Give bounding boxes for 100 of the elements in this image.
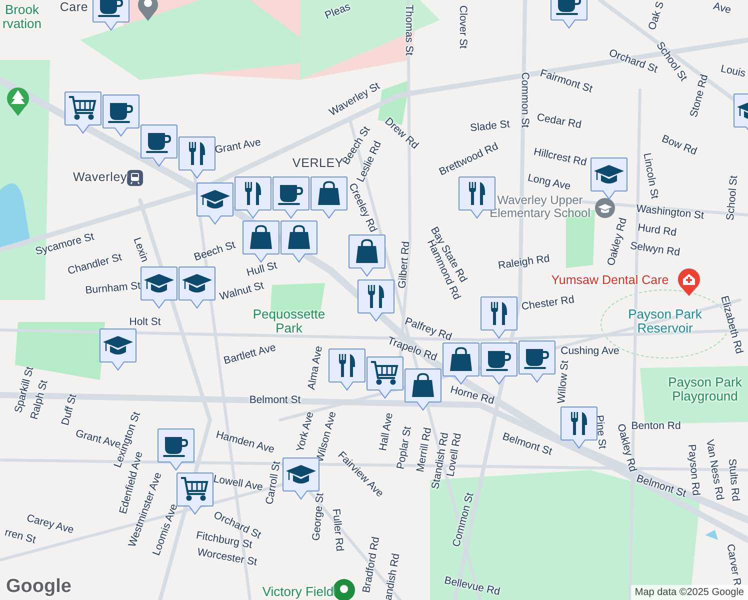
street-label: Long Ave [526,172,572,194]
street-label: Worcester St [196,547,258,569]
street-label: Bartlett Ave [222,342,278,368]
shopping-cart-icon [371,361,398,385]
map-pin-icon[interactable] [136,0,160,22]
fork-knife-icon [189,142,205,165]
street-label: Hamden Ave [214,430,276,456]
restaurant-marker[interactable] [178,136,216,180]
school-pin-icon[interactable] [595,198,615,218]
shopping-marker[interactable] [176,472,214,516]
shop-marker[interactable] [310,176,348,220]
coffee-cup-icon [146,133,171,153]
restaurant-marker[interactable] [560,406,598,450]
street-label: Benton Rd [631,421,681,432]
park-label: rvation [2,16,42,32]
coffee-cup-icon [98,0,123,17]
street-label: Lincoln St [640,152,660,200]
pond [705,530,718,540]
hospital-pin-icon[interactable] [676,267,702,297]
coffee-cup-icon [278,185,303,205]
shop-marker[interactable] [442,342,480,386]
street-label: Van Ness Rd [703,438,725,502]
street-label: Oak S [647,0,667,32]
cafe-marker[interactable] [92,0,130,32]
shop-marker[interactable] [348,234,386,278]
street-label: Cushing Ave [560,346,620,358]
place-label: Waverley [72,171,128,185]
street-label: Hurd Rd [636,222,678,240]
school-marker[interactable] [196,182,234,226]
street-label: Merrill Rd [415,426,434,474]
coffee-cup-icon [556,0,581,15]
place-label: VERLEY [292,157,344,171]
street-label: Louis [720,64,746,80]
street-label: Pine St [592,414,608,450]
street-label: Cedar Rd [536,112,582,132]
street-label: Walnut St [218,280,266,304]
street-label: Horne Rd [448,384,496,408]
coffee-cup-icon [486,351,511,371]
street-label: Carver R [724,543,742,587]
restaurant-marker[interactable] [357,279,395,323]
school-marker[interactable] [140,266,178,310]
street-label: Alma Ave [306,345,326,391]
cafe-marker[interactable] [272,176,310,220]
street-label: Bradford Rd [361,536,383,594]
street-label: Lowell Ave [212,474,264,494]
street-label: rren St [3,527,37,547]
street-label: Payson Rd [686,444,701,496]
cafe-marker[interactable] [102,94,140,138]
street-label: Pleas [324,2,352,22]
street-label: Washington St [636,204,704,222]
restaurant-marker[interactable] [480,296,518,340]
graduation-cap-icon [144,274,174,292]
street-label: Chester Rd [520,294,576,314]
graduation-cap-icon [594,165,624,184]
tree-pin-icon[interactable] [5,85,31,117]
street-label: Stone Rd [688,73,712,119]
street-label: Slade St [470,119,510,135]
shopping-cart-icon [181,477,208,501]
shop-marker[interactable] [404,368,442,412]
graduation-cap-icon [286,465,316,484]
cafe-marker[interactable] [140,124,178,168]
shopping-bag-icon [288,225,310,249]
shopping-marker[interactable] [366,356,404,400]
school-marker[interactable] [99,328,137,372]
park-label: Brook [5,2,39,18]
restaurant-marker[interactable] [234,176,272,220]
train-icon [127,170,143,186]
shopping-bag-icon [412,373,434,397]
street-label: Stults Rd [725,458,741,502]
cafe-marker[interactable] [518,340,556,384]
restaurant-marker[interactable] [328,348,366,392]
map-pin-icon[interactable] [332,578,356,600]
street-label: School St [725,175,741,221]
street-label: Fuller Rd [329,508,345,552]
shopping-marker[interactable] [64,91,102,135]
street-label: Clover St [456,5,468,49]
graduation-cap-icon [737,101,748,120]
place-label: Care [60,1,88,15]
shopping-cart-icon [69,96,96,120]
cafe-marker[interactable] [480,342,518,386]
street-label: Hall Ave [378,412,396,452]
street-label: Thomas St [402,4,414,56]
street-label: Bellevue Rd [443,575,501,599]
street-label: Carroll St [264,460,284,506]
health-label: Yumsaw Dental Care [551,274,669,288]
map-logo[interactable]: Google [6,576,72,598]
shopping-bag-icon [356,239,378,263]
graduation-cap-icon [182,274,212,292]
street-label: Lexin [130,236,150,264]
shop-marker[interactable] [280,220,318,264]
school-marker[interactable] [590,157,628,201]
fork-knife-icon [469,182,485,205]
cafe-marker[interactable] [157,428,195,472]
shopping-bag-icon [250,225,272,249]
fork-knife-icon [245,182,261,205]
shop-marker[interactable] [242,220,280,264]
street-label: Bow Rd [660,134,698,158]
street-label: Oakley Rd [606,216,630,268]
street-label: Loomis Ave [151,502,181,558]
school-marker[interactable] [178,266,216,310]
